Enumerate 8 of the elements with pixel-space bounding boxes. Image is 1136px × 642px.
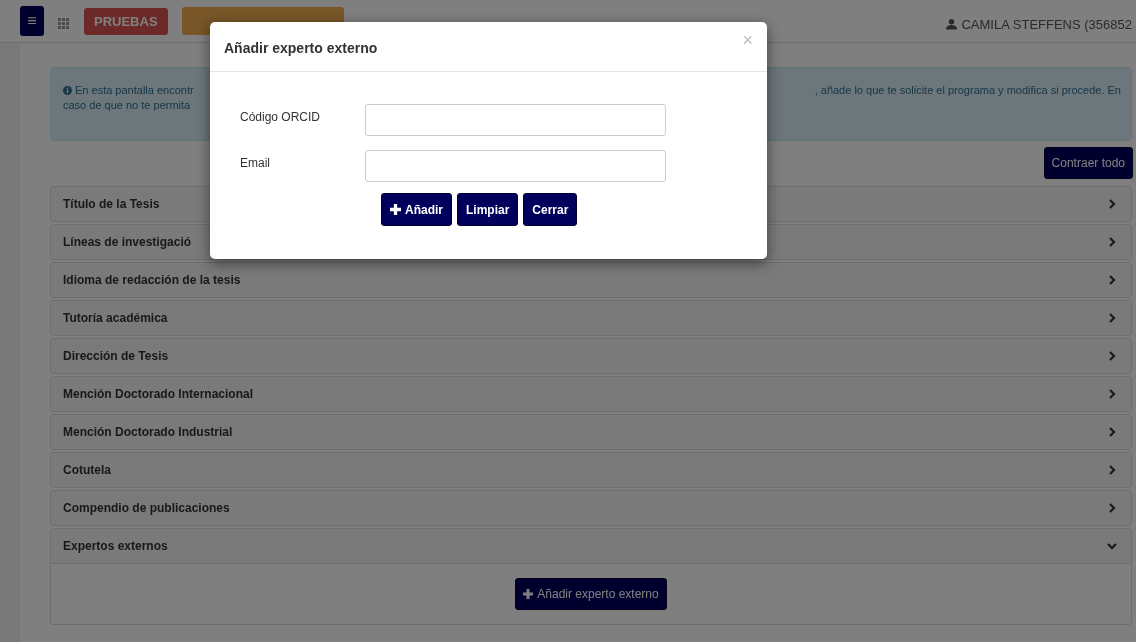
field-label: Código ORCID (240, 110, 322, 124)
environment-badge: PRUEBAS (84, 7, 168, 35)
info-text: En esta pantalla encontr (75, 84, 194, 96)
info-text: , añade lo que te solicite el programa y modifica si procede. En (814, 84, 1121, 96)
field-label: Email (240, 156, 271, 170)
user-name: CAMILA STEFFENS (356852 (961, 16, 1132, 32)
modal-title: Añadir experto externo (224, 39, 378, 56)
info-text: caso de que no te permita (63, 99, 192, 111)
